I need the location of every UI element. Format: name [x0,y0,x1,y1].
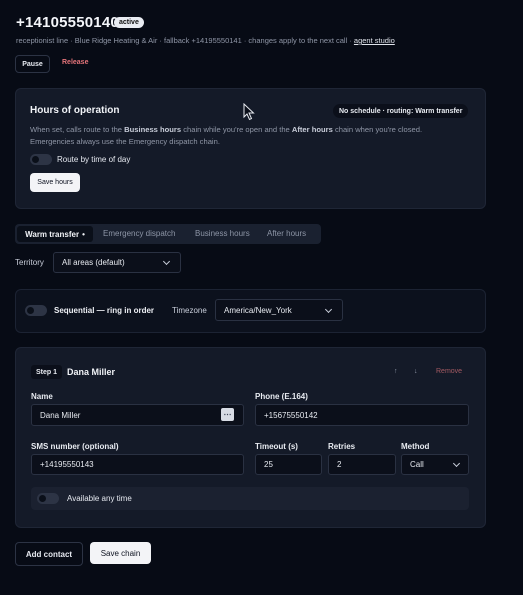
desc-text: chain when you're closed. [332,125,423,134]
desc-business-hours: Business hours [124,125,182,134]
hours-description: When set, calls route to the Business ho… [30,124,470,148]
desc-line2: Emergencies always use the Emergency dis… [30,137,220,146]
remove-step-button[interactable]: Remove [436,368,462,375]
phone-label: Phone (E.164) [255,392,308,401]
active-dot: • [82,229,85,239]
route-by-time-label: Route by time of day [57,155,131,164]
step-contact-name: Dana Miller [67,367,116,377]
pause-button[interactable]: Pause [15,55,50,73]
retries-value: 2 [337,460,342,469]
timezone-select[interactable]: America/New_York [215,299,343,321]
add-contact-button[interactable]: Add contact [15,542,83,566]
subtitle-text: receptionist line · Blue Ridge Heating &… [16,36,352,45]
phone-value: +15675550142 [264,410,318,420]
tab-emergency-dispatch[interactable]: Emergency dispatch [103,229,175,238]
line-subtitle: receptionist line · Blue Ridge Heating &… [16,36,395,45]
route-by-time-toggle[interactable] [30,154,52,165]
retries-label: Retries [328,442,356,451]
sms-input[interactable]: +14195550143 [31,454,244,475]
retries-input[interactable]: 2 [328,454,396,475]
desc-text: chain while you're open and the [181,125,292,134]
sms-label: SMS number (optional) [31,442,119,451]
name-label: Name [31,392,53,401]
tab-label: Warm transfer [25,229,80,239]
method-value: Call [410,460,424,469]
mouse-cursor-icon [243,103,255,121]
sms-value: +14195550143 [40,460,94,469]
move-down-button[interactable]: ↓ [414,368,418,375]
tab-business-hours[interactable]: Business hours [195,229,250,238]
save-chain-button[interactable]: Save chain [90,542,151,564]
territory-value: All areas (default) [62,258,125,267]
timeout-input[interactable]: 25 [255,454,322,475]
page-title: +14105550140 [16,14,119,31]
available-any-time-toggle[interactable] [37,493,59,504]
release-button[interactable]: Release [62,59,88,66]
timezone-label: Timezone [172,306,207,315]
agent-studio-link[interactable]: agent studio [354,36,395,45]
status-badge: active [114,17,144,28]
routing-badge: No schedule · routing: Warm transfer [333,104,469,118]
sequential-label: Sequential — ring in order [54,306,155,315]
tab-warm-transfer[interactable]: Warm transfer • [17,226,93,242]
territory-label: Territory [15,258,44,267]
hours-title: Hours of operation [30,105,120,116]
desc-after-hours: After hours [291,125,333,134]
timezone-value: America/New_York [224,305,292,315]
name-input[interactable]: Dana Miller [31,404,244,426]
name-value: Dana Miller [40,410,81,420]
step-badge: Step 1 [31,365,63,379]
desc-text: When set, calls route to the [30,125,125,134]
sequential-toggle[interactable] [25,305,47,316]
phone-input[interactable]: +15675550142 [255,404,469,426]
timeout-value: 25 [264,460,273,469]
move-up-button[interactable]: ↑ [394,368,398,375]
save-hours-button[interactable]: Save hours [30,173,80,192]
timeout-label: Timeout (s) [255,442,298,451]
method-label: Method [401,442,430,451]
tab-after-hours[interactable]: After hours [267,229,306,238]
available-any-time-label: Available any time [67,494,132,503]
territory-select[interactable]: All areas (default) [53,252,181,273]
contacts-autofill-icon[interactable]: ⋯ [221,408,234,421]
